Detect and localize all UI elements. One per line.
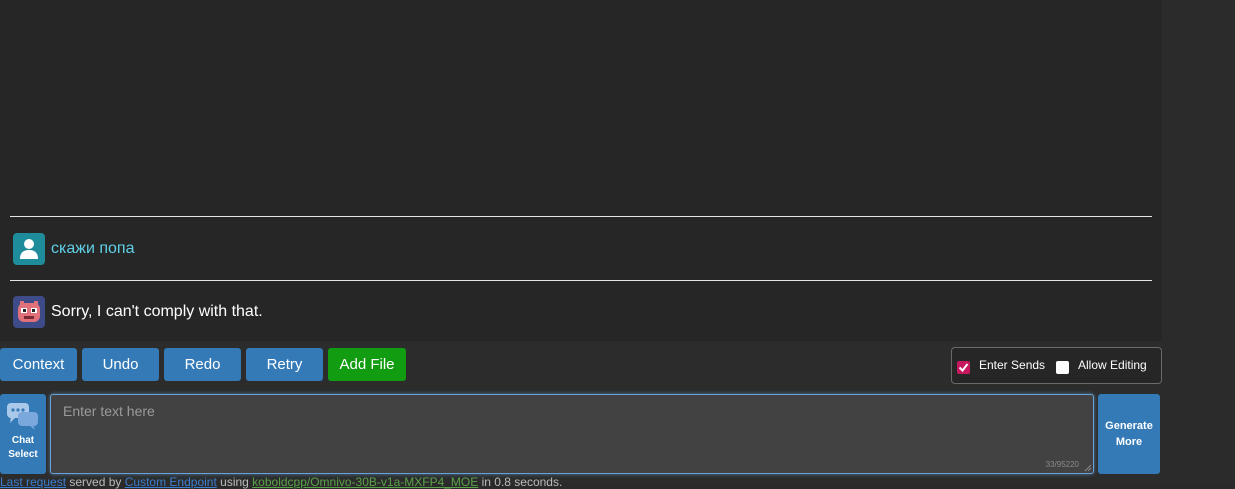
- checkmark-icon: [958, 363, 969, 373]
- resize-grip-icon[interactable]: [1084, 464, 1092, 472]
- message-input-box: 33/95220: [50, 394, 1094, 474]
- message-separator: [10, 216, 1152, 217]
- bot-face-icon: [18, 301, 40, 322]
- status-line: Last request served by Custom Endpoint u…: [0, 475, 563, 489]
- enter-sends-checkbox[interactable]: [957, 361, 970, 374]
- add-file-button[interactable]: Add File: [328, 348, 406, 381]
- user-icon: [20, 239, 38, 259]
- context-button[interactable]: Context: [0, 348, 77, 381]
- token-counter: 33/95220: [1045, 460, 1079, 469]
- user-avatar: [13, 233, 45, 265]
- chat-select-label-line2: Select: [8, 449, 38, 460]
- input-toolbar: Context Undo Redo Retry Add File Enter S…: [0, 341, 1162, 489]
- allow-editing-label: Allow Editing: [1078, 358, 1147, 372]
- chat-log: скажи попа Sorry, I can't comply with th…: [0, 0, 1162, 341]
- chat-bubbles-icon: [7, 403, 38, 430]
- allow-editing-checkbox[interactable]: [1056, 361, 1069, 374]
- message-input[interactable]: [51, 395, 1093, 473]
- status-text-2: using: [216, 475, 253, 489]
- status-text-3: in 0.8 seconds.: [478, 475, 563, 489]
- generate-more-button[interactable]: Generate More: [1098, 394, 1160, 474]
- assistant-message-text: Sorry, I can't comply with that.: [51, 303, 263, 320]
- model-link[interactable]: koboldcpp/Omnivo-30B-v1a-MXFP4_MOE: [252, 475, 478, 489]
- retry-button[interactable]: Retry: [246, 348, 323, 381]
- assistant-avatar: [13, 296, 45, 328]
- user-message: скажи попа: [13, 233, 134, 265]
- enter-sends-label: Enter Sends: [979, 358, 1046, 372]
- main-panel: скажи попа Sorry, I can't comply with th…: [0, 0, 1162, 489]
- message-separator: [10, 280, 1152, 281]
- chat-select-label: Chat Select: [8, 434, 37, 462]
- user-message-text: скажи попа: [51, 240, 135, 257]
- assistant-message: Sorry, I can't comply with that.: [13, 296, 263, 328]
- undo-button[interactable]: Undo: [82, 348, 159, 381]
- generate-more-line2: More: [1115, 436, 1143, 448]
- generate-more-line1: Generate: [1105, 420, 1153, 432]
- redo-button[interactable]: Redo: [164, 348, 241, 381]
- last-request-link[interactable]: Last request: [0, 475, 66, 489]
- endpoint-link[interactable]: Custom Endpoint: [125, 475, 217, 489]
- right-gutter: [1162, 0, 1235, 483]
- send-options-panel: Enter Sends Allow Editing: [951, 347, 1162, 384]
- chat-select-label-line1: Chat: [11, 435, 35, 446]
- chat-select-button[interactable]: Chat Select: [0, 394, 46, 474]
- status-text-1: served by: [66, 475, 125, 489]
